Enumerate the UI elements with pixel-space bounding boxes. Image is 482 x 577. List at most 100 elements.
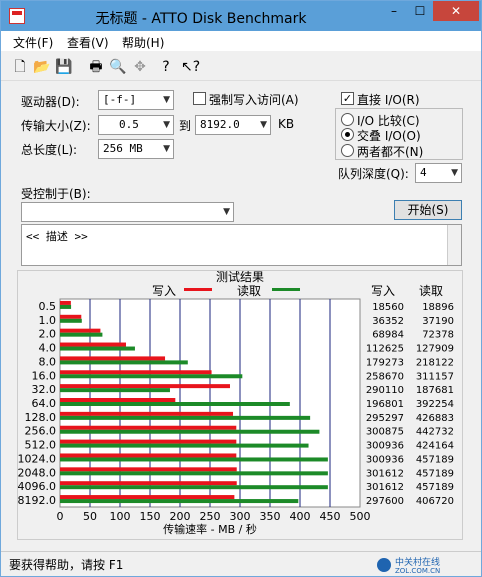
read-value: 424164 (416, 441, 454, 452)
read-bar (60, 429, 320, 434)
drive-value: [-f-] (103, 93, 137, 106)
read-value: 457189 (416, 454, 454, 465)
transfer-to-select[interactable]: 8192.0 ▼ (195, 115, 271, 135)
transfer-to-value: 8192.0 (200, 118, 240, 131)
read-bar (60, 346, 135, 351)
move-icon[interactable]: ✥ (131, 58, 149, 76)
category-label: 8.0 (39, 355, 57, 368)
close-button[interactable]: ✕ (433, 1, 479, 21)
watermark-logo: 中关村在线 ZOL.COM.CN (375, 556, 475, 575)
legend-write-label: 写入 (152, 284, 176, 298)
transfer-from-select[interactable]: 0.5 ▼ (98, 115, 174, 135)
description-field[interactable]: << 描述 >> (21, 224, 462, 266)
x-tick-label: 150 (140, 510, 161, 523)
category-label: 4.0 (39, 342, 57, 355)
menu-view[interactable]: 查看(V) (67, 34, 109, 51)
write-value: 68984 (372, 330, 404, 341)
read-value: 457189 (416, 468, 454, 479)
x-tick-label: 450 (320, 510, 341, 523)
read-value: 37190 (422, 316, 454, 327)
write-bar (60, 453, 237, 458)
x-tick-label: 250 (200, 510, 221, 523)
neither-label: 两者都不(N) (357, 145, 424, 159)
results-title: 测试结果 (216, 271, 264, 284)
read-value: 442732 (416, 427, 454, 438)
write-value: 18560 (372, 302, 404, 313)
title-bar[interactable]: 无标题 - ATTO Disk Benchmark – ☐ ✕ (1, 1, 481, 31)
category-label: 8192.0 (18, 494, 56, 507)
category-label: 512.0 (25, 439, 57, 452)
save-icon[interactable]: 💾 (55, 58, 73, 76)
write-bar (60, 356, 166, 361)
open-icon[interactable]: 📂 (33, 58, 51, 76)
read-bar (60, 304, 72, 309)
drive-label: 驱动器(D): (21, 95, 80, 109)
read-value: 187681 (416, 385, 454, 396)
queue-depth-select[interactable]: 4 ▼ (415, 163, 462, 183)
chevron-down-icon: ▼ (223, 207, 230, 217)
category-label: 1024.0 (18, 452, 56, 465)
chevron-down-icon: ▼ (163, 120, 170, 130)
new-icon[interactable]: 🗋 (11, 58, 29, 76)
direct-io-label: 直接 I/O(R) (357, 93, 420, 107)
read-bar (60, 471, 328, 476)
overlap-io-radio[interactable] (341, 128, 354, 141)
legend-read-label: 读取 (237, 284, 261, 298)
read-value: 426883 (416, 413, 454, 424)
svg-text:ZOL.COM.CN: ZOL.COM.CN (395, 567, 440, 574)
category-label: 4096.0 (18, 480, 56, 493)
kb-unit-label: KB (278, 117, 295, 131)
io-compare-radio[interactable] (341, 113, 354, 126)
description-scrollbar[interactable] (447, 225, 461, 265)
drive-select[interactable]: [-f-] ▼ (98, 90, 174, 110)
x-axis-label: 传输速率 - MB / 秒 (163, 522, 257, 536)
write-bar (60, 384, 230, 389)
read-bar (60, 318, 82, 323)
category-label: 1.0 (39, 314, 57, 327)
write-bar (60, 439, 237, 444)
category-label: 2.0 (39, 328, 57, 341)
write-bar (60, 370, 212, 375)
help-icon[interactable]: ? (157, 58, 175, 76)
transfer-from-value: 0.5 (119, 118, 139, 131)
write-value: 301612 (366, 468, 404, 479)
column-write-header: 写入 (371, 284, 395, 298)
print-icon[interactable]: 🖶 (87, 58, 105, 76)
write-value: 295297 (366, 413, 404, 424)
read-value: 406720 (416, 496, 454, 507)
force-write-checkbox[interactable] (193, 92, 206, 105)
results-panel: 测试结果 写入 读取 写入 读取 0 50 100 150 200 250 300 350 40… (17, 269, 463, 540)
x-tick-label: 100 (110, 510, 131, 523)
start-button[interactable]: 开始(S) (394, 200, 462, 220)
to-label: 到 (179, 119, 192, 133)
x-tick-label: 0 (57, 510, 64, 523)
read-bar (60, 499, 299, 504)
legend-write-swatch (184, 288, 212, 291)
maximize-button[interactable]: ☐ (407, 1, 433, 21)
write-value: 179273 (366, 357, 404, 368)
context-help-icon[interactable]: ↖? (181, 58, 200, 76)
write-value: 112625 (366, 344, 404, 355)
write-value: 300875 (366, 427, 404, 438)
menu-help[interactable]: 帮助(H) (122, 34, 164, 51)
x-tick-label: 400 (290, 510, 311, 523)
x-tick-label: 200 (170, 510, 191, 523)
write-bar (60, 398, 176, 402)
read-bar (60, 360, 188, 365)
menu-file[interactable]: 文件(F) (13, 34, 53, 51)
write-value: 196801 (366, 399, 404, 410)
controlled-by-select[interactable]: ▼ (21, 202, 234, 222)
minimize-button[interactable]: – (381, 1, 407, 21)
print-preview-icon[interactable]: 🔍 (109, 58, 127, 76)
total-length-select[interactable]: 256 MB ▼ (98, 139, 174, 159)
chevron-down-icon: ▼ (260, 120, 267, 130)
write-value: 301612 (366, 482, 404, 493)
x-tick-label: 350 (260, 510, 281, 523)
neither-radio[interactable] (341, 144, 354, 157)
window-title: 无标题 - ATTO Disk Benchmark (95, 11, 307, 27)
write-bar (60, 342, 126, 347)
description-text: << 描述 >> (26, 230, 88, 243)
x-tick-label: 50 (83, 510, 97, 523)
app-window: 无标题 - ATTO Disk Benchmark – ☐ ✕ 文件(F) 查看… (0, 0, 482, 577)
direct-io-checkbox[interactable]: ✓ (341, 92, 354, 105)
